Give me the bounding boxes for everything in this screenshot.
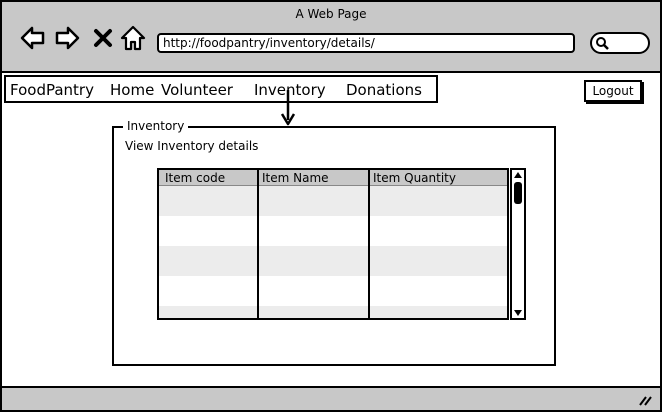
window-title: A Web Page xyxy=(295,7,367,21)
table-row[interactable] xyxy=(159,306,507,318)
table-row[interactable] xyxy=(159,216,507,246)
url-input[interactable]: http://foodpantry/inventory/details/ xyxy=(157,33,575,53)
forward-icon[interactable] xyxy=(54,24,82,52)
table-row[interactable] xyxy=(159,186,507,216)
column-divider xyxy=(257,170,259,318)
table-row[interactable] xyxy=(159,246,507,276)
browser-chrome: A Web Page http://foodpantry/inventory/d… xyxy=(2,2,660,73)
arrow-down-icon xyxy=(280,90,296,126)
nav-item-donations[interactable]: Donations xyxy=(346,81,422,99)
home-icon[interactable] xyxy=(119,24,147,52)
vertical-scrollbar[interactable] xyxy=(510,168,526,320)
inventory-panel: Inventory View Inventory details Item co… xyxy=(112,119,556,366)
column-divider xyxy=(368,170,370,318)
panel-title: Inventory xyxy=(123,119,189,133)
resize-grip-icon[interactable] xyxy=(638,394,652,406)
table-row[interactable] xyxy=(159,276,507,306)
scroll-up-icon[interactable] xyxy=(512,170,524,180)
column-header-item-code[interactable]: Item code xyxy=(165,171,225,185)
column-header-item-name[interactable]: Item Name xyxy=(262,171,329,185)
back-icon[interactable] xyxy=(18,24,46,52)
status-bar xyxy=(2,386,660,410)
site-nav: FoodPantry Home Volunteer Inventory Dona… xyxy=(4,75,438,103)
table-header: Item code Item Name Item Quantity xyxy=(159,170,507,186)
scrollbar-thumb[interactable] xyxy=(514,182,522,204)
panel-subtitle: View Inventory details xyxy=(125,139,259,153)
nav-item-home[interactable]: Home xyxy=(110,81,154,99)
inventory-table[interactable]: Item code Item Name Item Quantity xyxy=(157,168,509,320)
logout-button[interactable]: Logout xyxy=(584,80,642,102)
browser-window: A Web Page http://foodpantry/inventory/d… xyxy=(0,0,662,412)
search-icon xyxy=(596,37,609,50)
nav-item-volunteer[interactable]: Volunteer xyxy=(161,81,233,99)
scroll-down-icon[interactable] xyxy=(512,308,524,318)
nav-brand[interactable]: FoodPantry xyxy=(10,81,94,99)
column-header-item-quantity[interactable]: Item Quantity xyxy=(373,171,456,185)
close-icon[interactable] xyxy=(92,24,114,52)
search-input[interactable] xyxy=(590,32,650,54)
